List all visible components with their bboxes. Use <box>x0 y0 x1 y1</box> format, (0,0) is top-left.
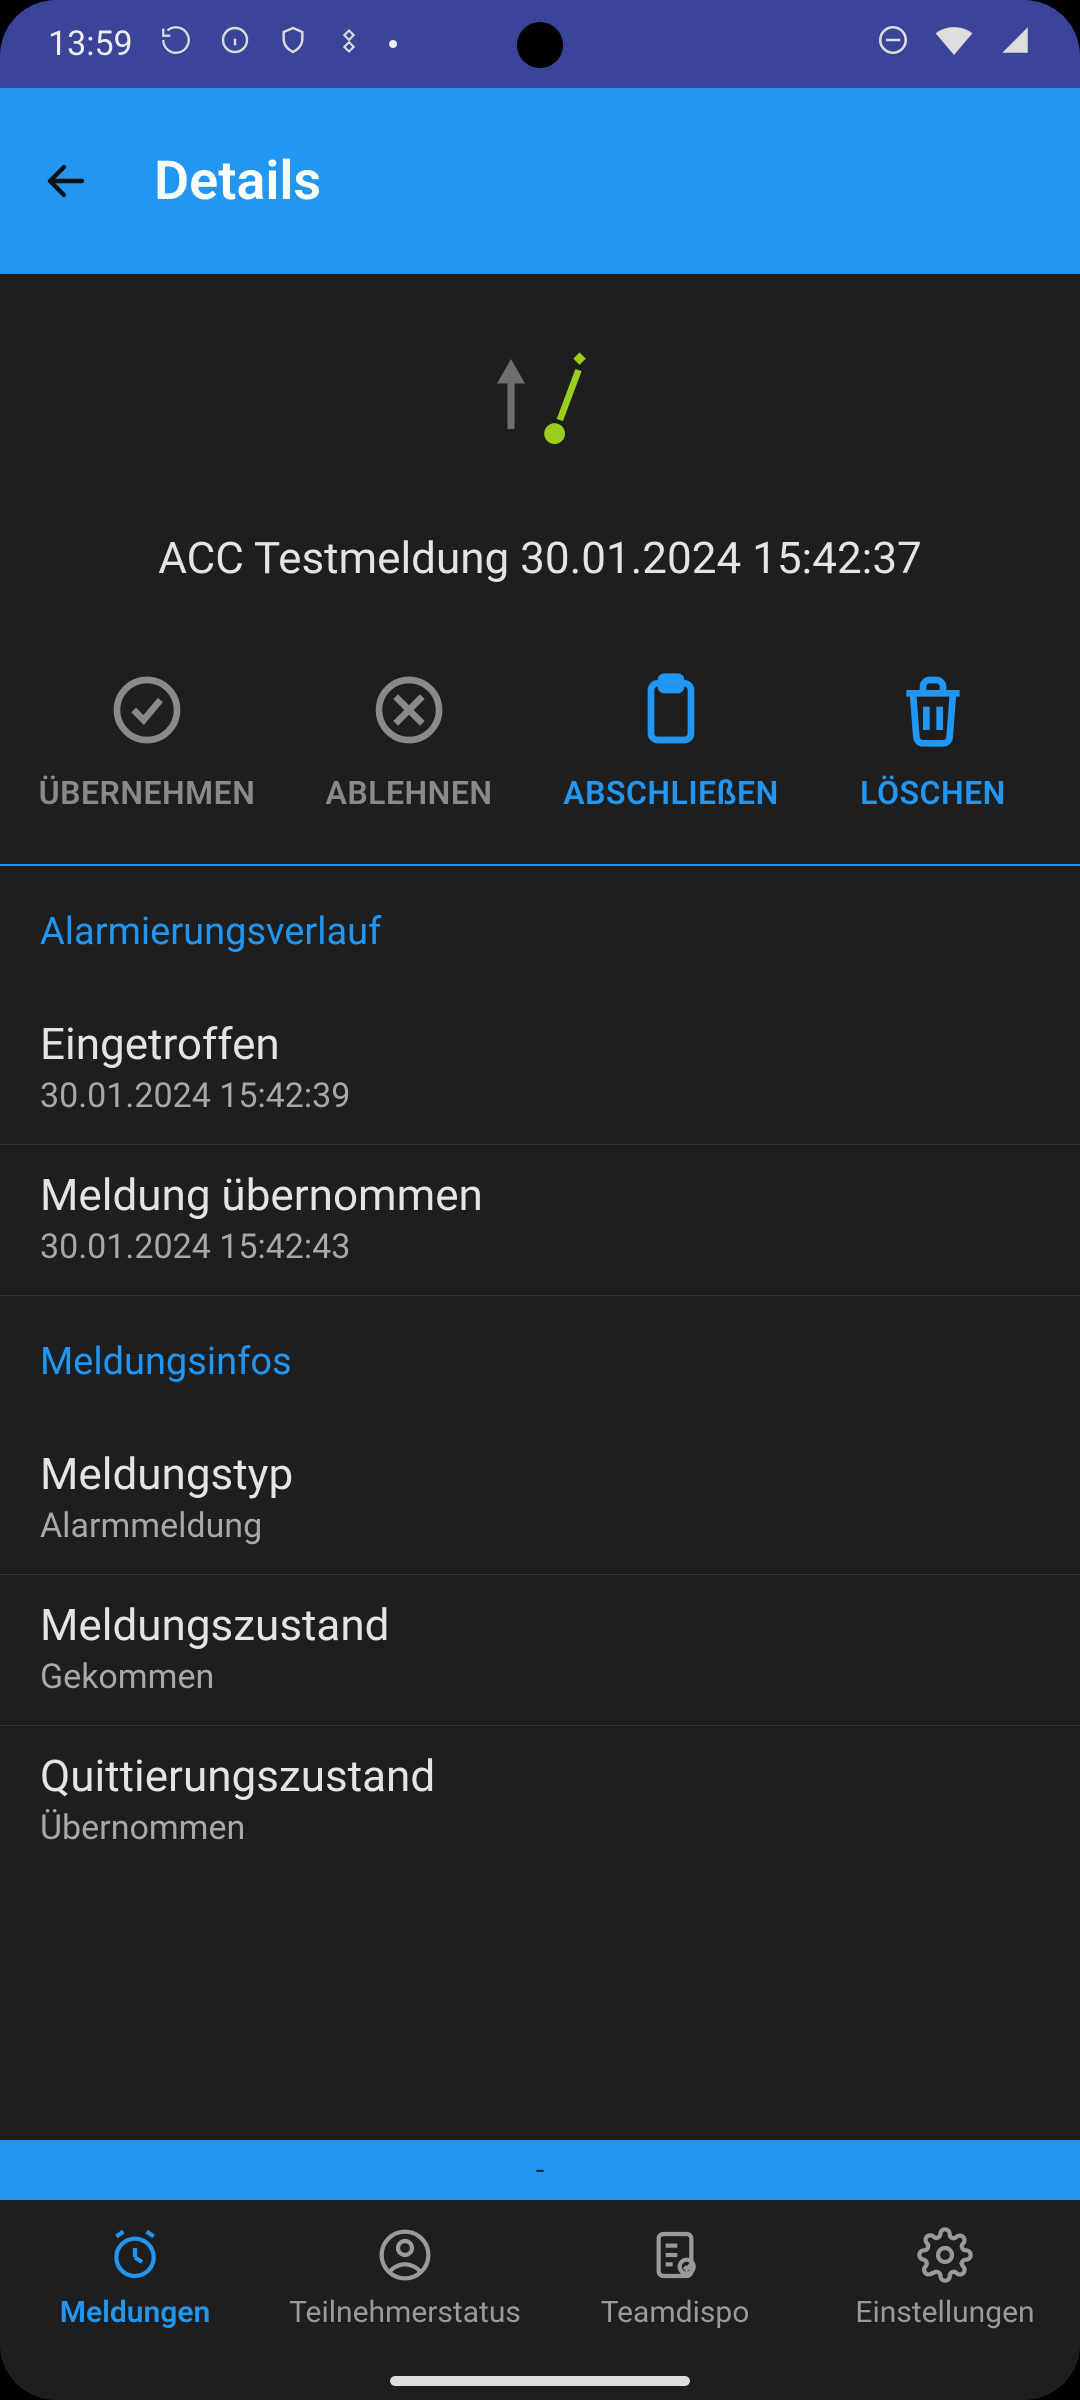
accept-button[interactable]: ÜBERNEHMEN <box>16 664 278 812</box>
back-button[interactable] <box>36 151 96 211</box>
nav-label: Teamdispo <box>601 2295 750 2330</box>
history-item-timestamp: 30.01.2024 15:42:43 <box>40 1227 1040 1267</box>
info-item-value: Übernommen <box>40 1808 1040 1848</box>
alarm-clock-icon <box>103 2223 167 2287</box>
hero-block: ACC Testmeldung 30.01.2024 15:42:37 <box>0 274 1080 624</box>
history-item-title: Eingetroffen <box>40 1018 1040 1070</box>
info-item[interactable]: Meldungszustand Gekommen <box>0 1575 1080 1726</box>
info-item[interactable]: Quittierungszustand Übernommen <box>0 1726 1080 1876</box>
status-right <box>876 23 1032 66</box>
alert-title: ACC Testmeldung 30.01.2024 15:42:37 <box>158 532 922 584</box>
nav-label: Teilnehmerstatus <box>289 2295 521 2330</box>
app-bar: Details <box>0 88 1080 274</box>
info-item-label: Quittierungszustand <box>40 1750 1040 1802</box>
info-item-label: Meldungszustand <box>40 1599 1040 1651</box>
delete-button[interactable]: LÖSCHEN <box>802 664 1064 812</box>
info-status-icon <box>219 24 251 65</box>
check-circle-icon <box>101 664 193 756</box>
dot-icon <box>389 40 397 48</box>
shield-status-icon <box>277 24 309 65</box>
camera-hole <box>517 22 563 68</box>
phone-frame: 13:59 <box>0 0 1080 2400</box>
history-section-header: Alarmierungsverlauf <box>0 866 1080 994</box>
clipboard-icon <box>625 664 717 756</box>
gesture-bar[interactable] <box>390 2376 690 2386</box>
reject-button[interactable]: ABLEHNEN <box>278 664 540 812</box>
complete-button[interactable]: ABSCHLIEßEN <box>540 664 802 812</box>
status-time: 13:59 <box>48 24 133 64</box>
diamond-status-icon <box>335 24 363 64</box>
status-left: 13:59 <box>48 23 397 66</box>
info-item-value: Alarmmeldung <box>40 1506 1040 1546</box>
nav-label: Einstellungen <box>855 2295 1034 2330</box>
gear-icon <box>913 2223 977 2287</box>
history-item[interactable]: Meldung übernommen 30.01.2024 15:42:43 <box>0 1145 1080 1296</box>
bottom-strip[interactable]: - <box>0 2140 1080 2200</box>
nav-teilnehmerstatus[interactable]: Teilnehmerstatus <box>270 2200 540 2352</box>
reject-label: ABLEHNEN <box>326 774 493 812</box>
trash-icon <box>887 664 979 756</box>
info-item[interactable]: Meldungstyp Alarmmeldung <box>0 1424 1080 1575</box>
info-section-header: Meldungsinfos <box>0 1296 1080 1424</box>
nav-label: Meldungen <box>60 2295 211 2330</box>
x-circle-icon <box>363 664 455 756</box>
info-item-label: Meldungstyp <box>40 1448 1040 1500</box>
accept-label: ÜBERNEHMEN <box>39 774 256 812</box>
bottom-nav: Meldungen Teilnehmerstatus Teamdispo Ein… <box>0 2200 1080 2400</box>
info-item-value: Gekommen <box>40 1657 1040 1697</box>
rotate-icon <box>159 23 193 66</box>
history-item-timestamp: 30.01.2024 15:42:39 <box>40 1076 1040 1116</box>
action-row: ÜBERNEHMEN ABLEHNEN ABSCHLIEßEN LÖSCHEN <box>0 624 1080 866</box>
history-item[interactable]: Eingetroffen 30.01.2024 15:42:39 <box>0 994 1080 1145</box>
bottom-strip-text: - <box>536 2153 544 2188</box>
nav-meldungen[interactable]: Meldungen <box>0 2200 270 2352</box>
signal-icon <box>998 23 1032 66</box>
page-title: Details <box>154 150 321 213</box>
nav-teamdispo[interactable]: Teamdispo <box>540 2200 810 2352</box>
alert-type-icon <box>490 344 590 444</box>
nav-einstellungen[interactable]: Einstellungen <box>810 2200 1080 2352</box>
complete-label: ABSCHLIEßEN <box>563 774 778 812</box>
content[interactable]: ACC Testmeldung 30.01.2024 15:42:37 ÜBER… <box>0 274 1080 2200</box>
wifi-icon <box>934 23 974 66</box>
dnd-icon <box>876 23 910 66</box>
history-item-title: Meldung übernommen <box>40 1169 1040 1221</box>
delete-label: LÖSCHEN <box>860 774 1006 812</box>
user-circle-icon <box>373 2223 437 2287</box>
clipboard-check-icon <box>643 2223 707 2287</box>
